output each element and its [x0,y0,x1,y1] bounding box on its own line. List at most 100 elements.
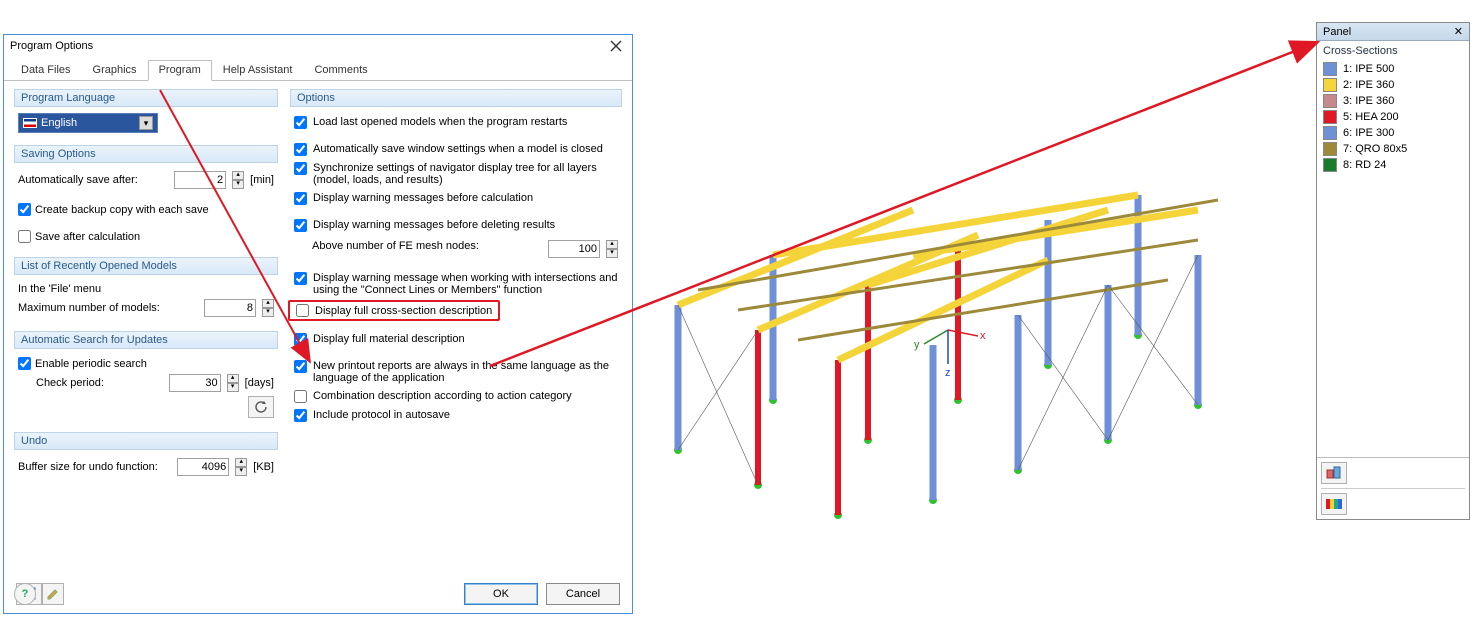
option-label: New printout reports are always in the s… [313,360,618,384]
tab-help-assistant[interactable]: Help Assistant [212,60,304,81]
language-select[interactable]: English ▾ [18,113,158,133]
option-row: Above number of FE mesh nodes: ▴▾ [294,237,618,261]
option-row: Display full material description [294,330,618,349]
option-checkbox[interactable] [294,219,307,232]
dialog-title: Program Options [10,40,606,52]
color-swatch [1323,142,1337,156]
auto-save-spinner[interactable]: ▴▾ [232,171,244,189]
model-viewport[interactable]: x y z [638,140,1308,540]
color-swatch [1323,94,1337,108]
color-swatch [1323,126,1337,140]
option-row: Automatically save window settings when … [294,140,618,159]
updates-period-value[interactable] [169,374,221,392]
legend-item[interactable]: 3: IPE 360 [1323,93,1463,109]
option-checkbox[interactable] [294,272,307,285]
cross-sections-panel: Panel ✕ Cross-Sections 1: IPE 5002: IPE … [1316,22,1470,520]
panel-close-button[interactable]: ✕ [1454,25,1463,38]
tab-comments[interactable]: Comments [303,60,378,81]
panel-properties-button[interactable] [1321,462,1347,484]
option-checkbox[interactable] [294,192,307,205]
save-after-calc-checkbox[interactable] [18,230,31,243]
close-button[interactable] [606,37,626,55]
legend-item[interactable]: 2: IPE 360 [1323,77,1463,93]
dialog-footer: OK Cancel [4,583,632,605]
option-label: Display warning message when working wit… [313,272,618,296]
legend-item[interactable]: 6: IPE 300 [1323,125,1463,141]
cancel-button[interactable]: Cancel [546,583,620,605]
option-checkbox[interactable] [294,360,307,373]
color-swatch [1323,62,1337,76]
option-checkbox[interactable] [294,143,307,156]
tab-data-files[interactable]: Data Files [10,60,82,81]
recent-max-label: Maximum number of models: [18,302,160,314]
option-row: Display warning messages before calculat… [294,189,618,208]
option-label: Combination description according to act… [313,390,618,402]
option-checkbox[interactable] [294,390,307,403]
auto-save-value[interactable] [174,171,226,189]
group-recent-header: List of Recently Opened Models [14,257,278,275]
fe-mesh-nodes-input[interactable] [548,240,600,258]
option-row: Synchronize settings of navigator displa… [294,159,618,189]
dialog-titlebar: Program Options [4,35,632,57]
option-checkbox[interactable] [294,409,307,422]
legend-item[interactable]: 8: RD 24 [1323,157,1463,173]
recent-menu-label: In the 'File' menu [18,283,101,295]
help-button[interactable]: ? [14,583,36,605]
option-checkbox[interactable] [294,162,307,175]
legend-label: 3: IPE 360 [1343,95,1394,107]
flag-icon [23,118,37,128]
option-checkbox[interactable] [296,304,309,317]
undo-buffer-label: Buffer size for undo function: [18,461,158,473]
colorbar-icon [1326,499,1342,509]
tab-program[interactable]: Program [148,60,212,81]
properties-icon [1326,466,1342,480]
recent-max-value[interactable] [204,299,256,317]
undo-buffer-value[interactable] [177,458,229,476]
recent-max-spinner[interactable]: ▴▾ [262,299,274,317]
option-row: Combination description according to act… [294,387,618,406]
pencil-icon [47,588,59,600]
tab-strip: Data Files Graphics Program Help Assista… [4,59,632,81]
option-row: Load last opened models when the program… [294,113,618,132]
updates-period-spinner[interactable]: ▴▾ [227,374,239,392]
backup-label: Create backup copy with each save [35,204,209,216]
legend-item[interactable]: 7: QRO 80x5 [1323,141,1463,157]
refresh-icon [254,400,268,414]
auto-save-unit: [min] [250,174,274,186]
fe-mesh-nodes-spinner[interactable]: ▴▾ [606,240,618,258]
group-options: Options Load last opened models when the… [290,89,622,427]
legend-label: 1: IPE 500 [1343,63,1394,75]
model-render: x y z [638,140,1308,540]
option-label: Display warning messages before deleting… [313,219,618,231]
option-checkbox[interactable] [294,116,307,129]
edit-button[interactable] [42,583,64,605]
legend-list: 1: IPE 500 2: IPE 360 3: IPE 360 5: HEA 200… [1323,61,1463,173]
updates-enable-checkbox[interactable] [18,357,31,370]
help-icon: ? [22,588,29,600]
option-row: New printout reports are always in the s… [294,357,618,387]
option-label: Automatically save window settings when … [313,143,618,155]
group-saving: Saving Options Automatically save after:… [14,145,278,247]
option-checkbox[interactable] [294,333,307,346]
check-updates-now-button[interactable] [248,396,274,418]
color-swatch [1323,110,1337,124]
updates-period-label: Check period: [36,377,104,389]
option-label: Synchronize settings of navigator displa… [313,162,618,186]
backup-checkbox[interactable] [18,203,31,216]
updates-enable-label: Enable periodic search [35,358,147,370]
dialog-body: Program Language English ▾ Saving Option… [4,81,632,488]
group-language-header: Program Language [14,89,278,107]
group-options-header: Options [290,89,622,107]
ok-button[interactable]: OK [464,583,538,605]
legend-item[interactable]: 1: IPE 500 [1323,61,1463,77]
svg-text:z: z [945,367,951,379]
group-updates-header: Automatic Search for Updates [14,331,278,349]
legend-label: 5: HEA 200 [1343,111,1399,123]
legend-label: 2: IPE 360 [1343,79,1394,91]
legend-item[interactable]: 5: HEA 200 [1323,109,1463,125]
undo-buffer-unit: [KB] [253,461,274,473]
undo-buffer-spinner[interactable]: ▴▾ [235,458,247,476]
tab-graphics[interactable]: Graphics [82,60,148,81]
option-label: Above number of FE mesh nodes: [312,240,479,252]
panel-colorbar-button[interactable] [1321,493,1347,515]
